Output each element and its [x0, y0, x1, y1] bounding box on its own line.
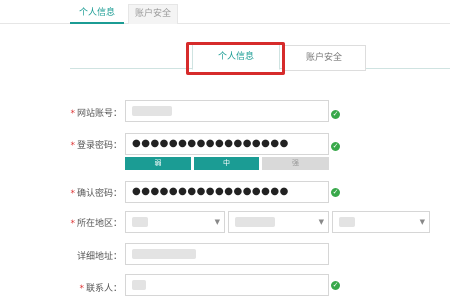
confirm-password-label: * 确认密码： [70, 189, 122, 199]
check-circle-icon: ✓ [331, 142, 340, 151]
address-label-text: 详细地址： [76, 252, 122, 262]
top-tab-account-security[interactable]: 账户安全 [128, 4, 178, 24]
contact-label-text: 联系人： [85, 284, 122, 294]
region-label-text: 所在地区： [76, 219, 122, 229]
top-tab-personal-info[interactable]: 个人信息 [70, 4, 124, 24]
account-field[interactable] [125, 100, 329, 122]
blurred-value [132, 105, 172, 116]
confirm-password-label-text: 确认密码： [76, 189, 122, 199]
sub-tab-account-security[interactable]: 账户安全 [282, 45, 366, 71]
password-strength-meter: 弱 中 强 [125, 157, 329, 170]
account-label-text: 网站账号： [76, 109, 122, 119]
account-label: * 网站账号： [70, 109, 122, 119]
chevron-down-icon: ▼ [318, 218, 324, 226]
address-field[interactable] [125, 243, 329, 265]
blurred-value [132, 279, 146, 290]
strength-weak: 弱 [125, 157, 191, 170]
region-label: * 所在地区： [70, 219, 122, 229]
registration-page: 个人信息 账户安全 个人信息 账户安全 * 网站账号： ✓ * 登录密码： ●●●●… [0, 0, 450, 300]
contact-label: * 联系人： [79, 284, 122, 294]
top-tab-bar: 个人信息 账户安全 [0, 0, 450, 24]
blurred-value [132, 248, 196, 259]
blurred-value [132, 216, 148, 227]
check-circle-icon: ✓ [331, 110, 340, 119]
password-field[interactable]: ●●●●●●●●●●●●●●●●● [125, 133, 329, 155]
blurred-value [339, 216, 355, 227]
strength-strong: 强 [262, 157, 329, 170]
city-select[interactable]: ▼ [228, 211, 329, 233]
contact-field[interactable] [125, 274, 329, 296]
confirm-password-field[interactable]: ●●●●●●●●●●●●●●●●● [125, 181, 329, 203]
province-select[interactable]: ▼ [125, 211, 225, 233]
check-circle-icon: ✓ [331, 281, 340, 290]
address-label: 详细地址： [60, 249, 122, 262]
strength-medium: 中 [194, 157, 259, 170]
chevron-down-icon: ▼ [419, 218, 425, 226]
password-label: * 登录密码： [70, 141, 122, 151]
password-label-text: 登录密码： [76, 141, 122, 151]
highlight-frame [186, 42, 285, 75]
district-select[interactable]: ▼ [332, 211, 430, 233]
blurred-value [235, 216, 275, 227]
check-circle-icon: ✓ [331, 188, 340, 197]
chevron-down-icon: ▼ [214, 218, 220, 226]
